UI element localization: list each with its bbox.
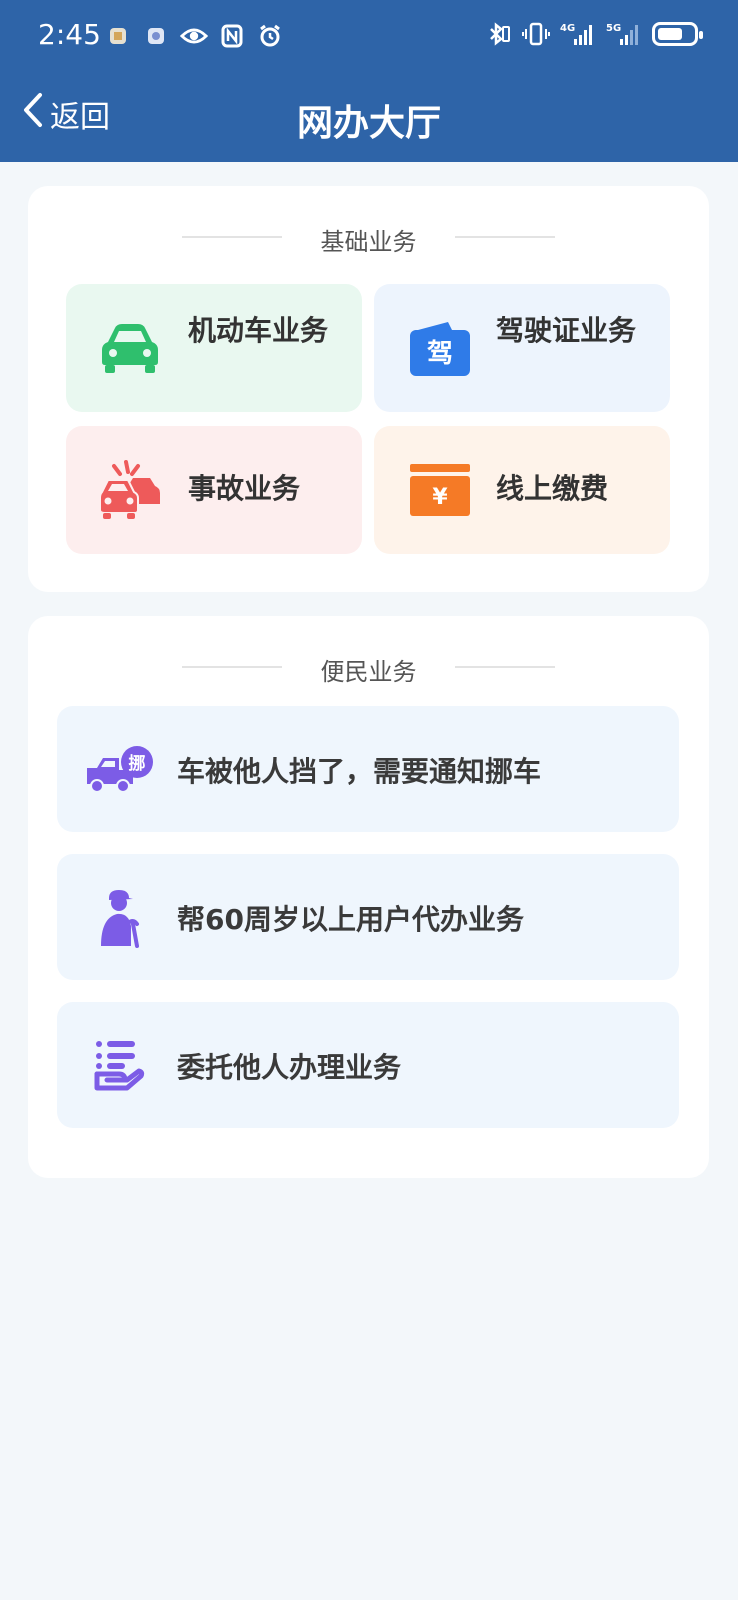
- move-car-label: 车被他人挡了，需要通知挪车: [177, 755, 542, 788]
- tile-vehicle-label: 机动车业务: [188, 314, 329, 347]
- tow-icon-char: 挪: [129, 753, 146, 774]
- battery-icon: [652, 22, 703, 46]
- svg-text:5G: 5G: [606, 23, 621, 34]
- delegate-label: 委托他人办理业务: [177, 1051, 402, 1084]
- tile-accident-business[interactable]: 事故业务: [66, 426, 362, 554]
- car-icon: [96, 316, 164, 380]
- basic-services-header: 基础业务: [28, 222, 709, 257]
- divider-left: [182, 666, 282, 668]
- alarm-icon: [256, 22, 284, 50]
- status-bar: 2:45 4G 5G: [0, 0, 738, 76]
- page-title: 网办大厅: [296, 103, 441, 144]
- status-time: 2:45: [38, 18, 101, 51]
- hand-list-icon: [83, 1036, 155, 1096]
- tow-truck-icon: 挪: [83, 740, 155, 800]
- payment-icon-char: ¥: [432, 485, 448, 510]
- elderly-proxy-label: 帮60周岁以上用户代办业务: [177, 903, 524, 936]
- convenience-services-card: 便民业务 挪 车被他人挡了，需要通知挪车 帮60周岁以上用户代办业务 委托他人办…: [28, 616, 709, 1178]
- basic-services-card: 基础业务 机动车业务 驾 驾驶证业务 事故业务 ¥ 线上缴费: [28, 186, 709, 592]
- tile-payment-label: 线上缴费: [496, 472, 609, 505]
- convenience-services-header: 便民业务: [28, 652, 709, 687]
- basic-services-title: 基础业务: [320, 228, 417, 256]
- accident-icon: [96, 458, 164, 522]
- tile-license-business[interactable]: 驾 驾驶证业务: [374, 284, 670, 412]
- eye-icon: [180, 22, 208, 50]
- list-item-elderly-proxy[interactable]: 帮60周岁以上用户代办业务: [57, 854, 679, 980]
- top-bar: 2:45 4G 5G 返回 网办大厅: [0, 0, 738, 162]
- status-notification-icons: [104, 22, 284, 50]
- vibrate-icon: [522, 20, 550, 48]
- convenience-services-title: 便民业务: [320, 658, 417, 686]
- divider-right: [455, 236, 555, 238]
- list-item-delegate-business[interactable]: 委托他人办理业务: [57, 1002, 679, 1128]
- bluetooth-icon: [484, 20, 512, 48]
- status-system-icons: 4G 5G: [484, 20, 703, 48]
- divider-right: [455, 666, 555, 668]
- payment-icon: ¥: [404, 458, 472, 522]
- app-notification-icon-2: [142, 22, 170, 50]
- elderly-person-icon: [83, 888, 155, 948]
- svg-text:4G: 4G: [560, 23, 575, 34]
- nfc-icon: [218, 22, 246, 50]
- signal-4g-icon: 4G: [560, 20, 596, 48]
- divider-left: [182, 236, 282, 238]
- list-item-move-car-notice[interactable]: 挪 车被他人挡了，需要通知挪车: [57, 706, 679, 832]
- tile-online-payment[interactable]: ¥ 线上缴费: [374, 426, 670, 554]
- app-notification-icon: [104, 22, 132, 50]
- tile-vehicle-business[interactable]: 机动车业务: [66, 284, 362, 412]
- tile-license-label: 驾驶证业务: [496, 314, 637, 347]
- license-icon-char: 驾: [427, 339, 453, 369]
- license-icon: 驾: [404, 316, 472, 380]
- tile-accident-label: 事故业务: [188, 472, 301, 505]
- navigation-bar: 返回 网办大厅: [0, 84, 738, 152]
- signal-5g-icon: 5G: [606, 20, 642, 48]
